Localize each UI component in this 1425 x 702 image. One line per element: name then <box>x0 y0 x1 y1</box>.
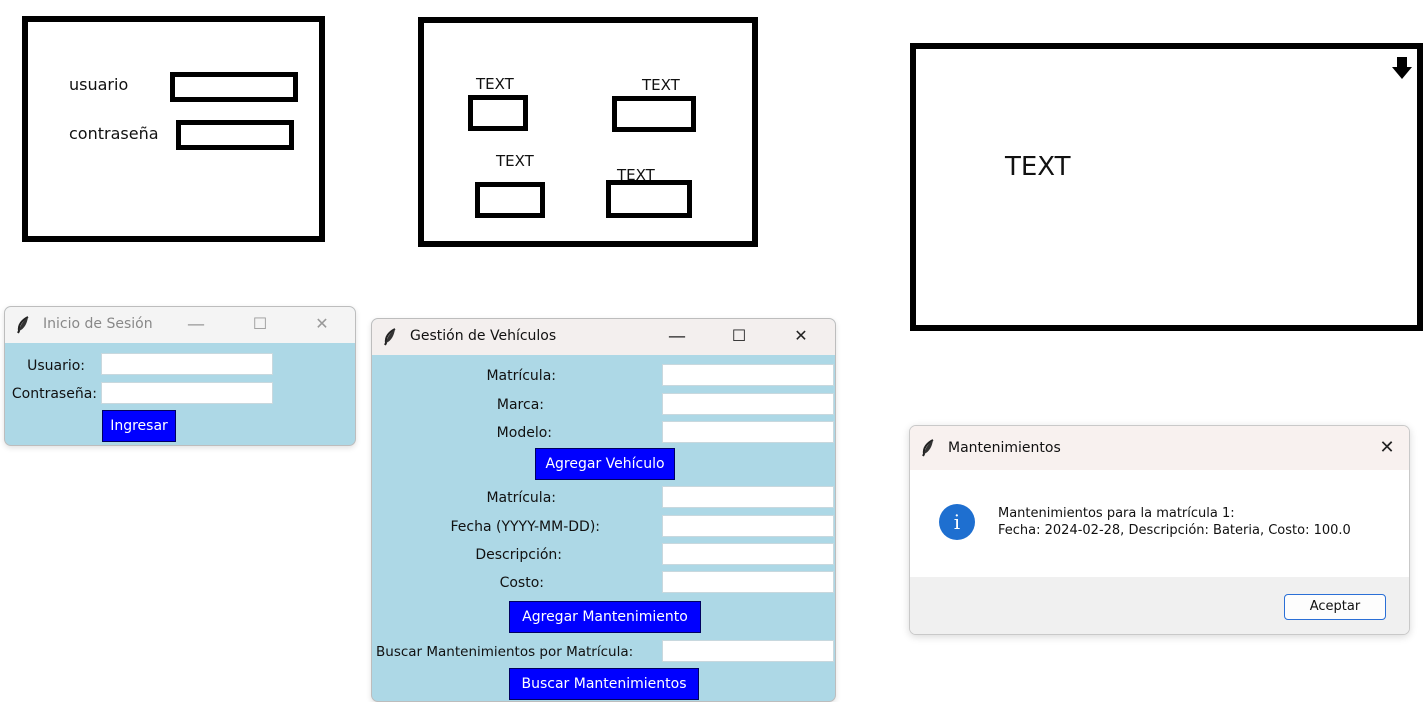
close-icon[interactable]: ✕ <box>307 314 337 333</box>
sketch-field-1 <box>468 95 528 131</box>
info-icon: i <box>939 504 975 540</box>
arrow-down-icon <box>1391 56 1413 80</box>
minimize-icon[interactable]: — <box>181 314 211 335</box>
login-window: Inicio de Sesión — ☐ ✕ Usuario: Contrase… <box>4 306 356 446</box>
sketch-field-2 <box>612 96 696 132</box>
matricula-label: Matrícula: <box>486 368 556 384</box>
feather-icon <box>922 439 934 457</box>
feather-icon <box>17 316 29 334</box>
usuario-input[interactable] <box>101 353 273 375</box>
sketch-usuario-label: usuario <box>69 75 129 94</box>
login-titlebar: Inicio de Sesión — ☐ ✕ <box>5 307 355 343</box>
ingresar-button[interactable]: Ingresar <box>102 410 176 442</box>
usuario-label: Usuario: <box>27 358 85 374</box>
vehicles-title: Gestión de Vehículos <box>410 328 557 344</box>
contrasena-input[interactable] <box>101 382 273 404</box>
fecha-input[interactable] <box>662 515 834 537</box>
sketch-message-text: TEXT <box>1005 152 1071 182</box>
maximize-icon[interactable]: ☐ <box>724 326 754 345</box>
minimize-icon[interactable]: — <box>662 326 692 347</box>
vehicles-titlebar: Gestión de Vehículos — ☐ ✕ <box>372 319 835 355</box>
costo-label: Costo: <box>499 575 544 591</box>
dialog-message-line2: Fecha: 2024-02-28, Descripción: Bateria,… <box>998 523 1351 538</box>
buscar-label: Buscar Mantenimientos por Matrícula: <box>376 644 634 660</box>
modelo-input[interactable] <box>662 421 834 443</box>
feather-icon <box>384 328 396 346</box>
close-icon[interactable]: ✕ <box>1372 437 1402 458</box>
close-icon[interactable]: ✕ <box>786 326 816 345</box>
vehicles-window: Gestión de Vehículos — ☐ ✕ Matrícula: Ma… <box>371 318 836 702</box>
sketch-contrasena-field <box>176 120 294 150</box>
descripcion-input[interactable] <box>662 543 834 565</box>
dialog-title: Mantenimientos <box>948 440 1061 456</box>
sketch-message-frame <box>910 43 1423 331</box>
descripcion-label: Descripción: <box>475 547 562 563</box>
matricula-input[interactable] <box>662 364 834 386</box>
costo-input[interactable] <box>662 571 834 593</box>
marca-input[interactable] <box>662 393 834 415</box>
sketch-usuario-field <box>170 72 298 102</box>
agregar-vehiculo-button[interactable]: Agregar Vehículo <box>535 448 675 480</box>
mantenimientos-dialog: Mantenimientos ✕ i Mantenimientos para l… <box>909 425 1410 635</box>
marca-label: Marca: <box>496 397 544 413</box>
sketch-contrasena-label: contraseña <box>69 124 159 143</box>
sketch-text-3: TEXT <box>496 152 534 170</box>
agregar-mantenimiento-button[interactable]: Agregar Mantenimiento <box>509 601 701 633</box>
sketch-field-4 <box>606 180 692 218</box>
dialog-message-line1: Mantenimientos para la matrícula 1: <box>998 506 1235 521</box>
buscar-input[interactable] <box>662 640 834 662</box>
login-title: Inicio de Sesión <box>43 316 153 332</box>
sketch-vehicles-frame <box>418 17 758 247</box>
sketch-text-1: TEXT <box>476 75 514 93</box>
contrasena-label: Contraseña: <box>11 386 97 402</box>
mant-matricula-label: Matrícula: <box>486 490 556 506</box>
maximize-icon[interactable]: ☐ <box>245 314 275 333</box>
sketch-field-3 <box>475 182 545 218</box>
modelo-label: Modelo: <box>496 425 552 441</box>
fecha-label: Fecha (YYYY-MM-DD): <box>450 519 600 535</box>
aceptar-button[interactable]: Aceptar <box>1284 594 1386 620</box>
sketch-text-2: TEXT <box>642 76 680 94</box>
dialog-titlebar: Mantenimientos ✕ <box>910 426 1409 470</box>
buscar-mantenimientos-button[interactable]: Buscar Mantenimientos <box>509 668 699 700</box>
mant-matricula-input[interactable] <box>662 486 834 508</box>
